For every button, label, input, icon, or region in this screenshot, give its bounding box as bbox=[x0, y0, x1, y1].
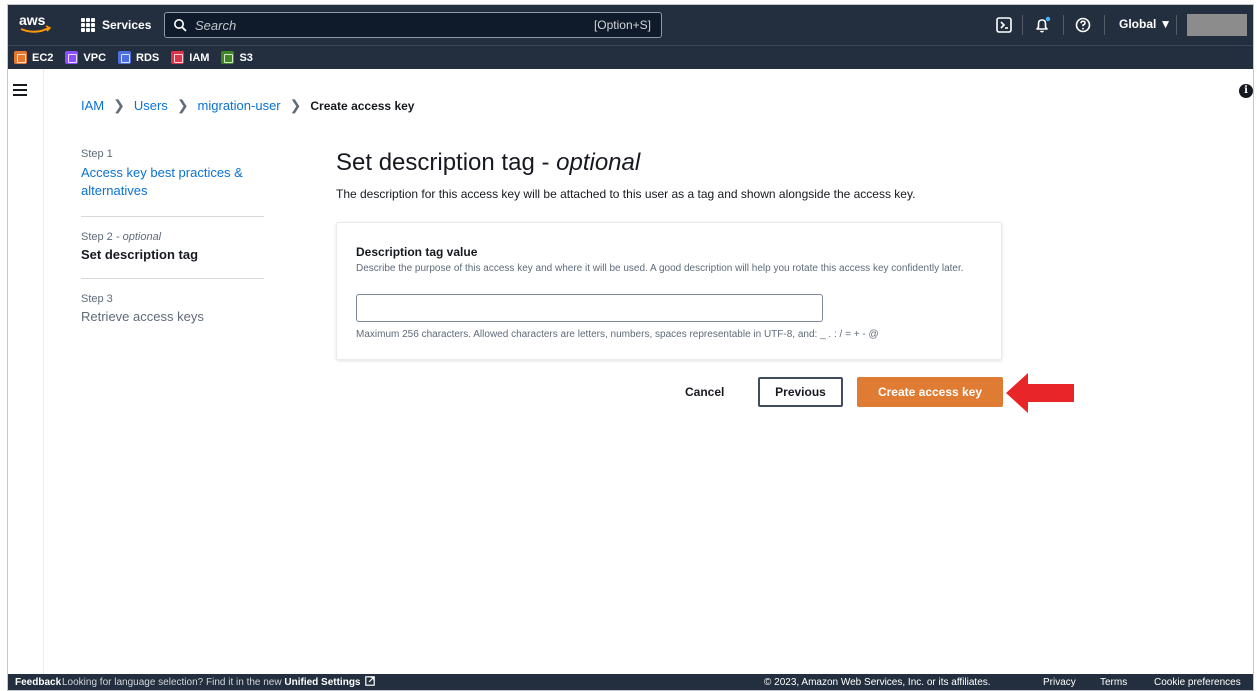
account-menu[interactable] bbox=[1187, 14, 1247, 36]
favorite-iam[interactable]: IAM bbox=[171, 51, 209, 64]
step-number: Step 1 bbox=[81, 148, 113, 160]
notification-dot bbox=[1045, 16, 1051, 22]
grid-icon bbox=[81, 18, 95, 32]
s3-icon bbox=[221, 51, 235, 64]
menu-icon[interactable] bbox=[13, 84, 27, 96]
favorite-vpc[interactable]: VPC bbox=[65, 51, 106, 64]
field-label: Description tag value bbox=[356, 245, 478, 259]
wizard-step-3: Step 3 Retrieve access keys bbox=[81, 293, 264, 340]
previous-button[interactable]: Previous bbox=[758, 377, 843, 407]
red-arrow-annotation bbox=[1006, 373, 1074, 413]
favorite-label: RDS bbox=[136, 51, 160, 64]
nav-divider bbox=[1104, 15, 1105, 35]
unified-settings-link[interactable]: Unified Settings bbox=[284, 677, 360, 688]
feedback-link[interactable]: Feedback bbox=[15, 677, 61, 688]
copyright-text: © 2023, Amazon Web Services, Inc. or its… bbox=[764, 676, 991, 688]
favorite-ec2[interactable]: EC2 bbox=[14, 51, 53, 64]
breadcrumb-users[interactable]: Users bbox=[134, 98, 168, 113]
favorite-label: VPC bbox=[83, 51, 107, 64]
services-label: Services bbox=[102, 18, 152, 32]
description-tag-input[interactable] bbox=[356, 294, 823, 322]
language-notice: Looking for language selection? Find it … bbox=[62, 676, 376, 688]
top-navigation: aws Services [Option+S] bbox=[8, 5, 1253, 45]
search-box[interactable]: [Option+S] bbox=[164, 12, 662, 38]
privacy-link[interactable]: Privacy bbox=[1043, 677, 1076, 688]
nav-divider bbox=[1063, 15, 1064, 35]
search-input[interactable] bbox=[195, 17, 594, 33]
field-help-text: Describe the purpose of this access key … bbox=[356, 263, 964, 274]
step-number: Step 2 - optional bbox=[81, 231, 162, 243]
vpc-icon bbox=[65, 51, 79, 64]
breadcrumb-user[interactable]: migration-user bbox=[198, 98, 281, 113]
external-link-icon bbox=[365, 676, 376, 686]
step-number: Step 3 bbox=[81, 293, 113, 305]
nav-divider bbox=[1176, 15, 1177, 35]
footer: Feedback Looking for language selection?… bbox=[8, 674, 1253, 690]
step-current-title: Set description tag bbox=[81, 247, 199, 262]
aws-logo-text: aws bbox=[19, 12, 46, 28]
rds-icon bbox=[118, 51, 132, 64]
wizard-steps: Step 1 Access key best practices & alter… bbox=[81, 148, 264, 354]
ec2-icon bbox=[14, 51, 27, 64]
search-shortcut-hint: [Option+S] bbox=[593, 18, 651, 32]
cancel-button[interactable]: Cancel bbox=[685, 385, 724, 399]
step-title-retrieve: Retrieve access keys bbox=[81, 309, 204, 324]
console-window: aws Services [Option+S] bbox=[7, 4, 1254, 691]
search-icon bbox=[174, 19, 187, 32]
page-description: The description for this access key will… bbox=[336, 187, 916, 201]
side-navigation-rail bbox=[8, 69, 44, 675]
info-panel-icon[interactable]: i bbox=[1239, 84, 1253, 98]
wizard-step-2: Step 2 - optional Set description tag bbox=[81, 231, 264, 279]
field-constraint-text: Maximum 256 characters. Allowed characte… bbox=[356, 329, 879, 340]
favorite-label: EC2 bbox=[32, 51, 54, 64]
description-tag-container: Description tag value Describe the purpo… bbox=[336, 222, 1002, 360]
favorite-rds[interactable]: RDS bbox=[118, 51, 159, 64]
favorites-bar: EC2 VPC RDS IAM S3 bbox=[8, 45, 1253, 69]
favorite-label: IAM bbox=[189, 51, 210, 64]
chevron-right-icon: ❯ bbox=[176, 97, 189, 113]
breadcrumb-current: Create access key bbox=[310, 98, 415, 113]
aws-logo[interactable]: aws bbox=[18, 11, 58, 37]
chevron-right-icon: ❯ bbox=[113, 97, 125, 113]
cookie-preferences-link[interactable]: Cookie preferences bbox=[1154, 677, 1241, 688]
step-link-best-practices[interactable]: Access key best practices & alternatives bbox=[81, 164, 264, 200]
bell-icon[interactable] bbox=[1033, 16, 1051, 34]
region-selector[interactable]: Global ▼ bbox=[1119, 17, 1172, 31]
nav-divider bbox=[1022, 15, 1023, 35]
wizard-step-1: Step 1 Access key best practices & alter… bbox=[81, 148, 264, 217]
create-access-key-button[interactable]: Create access key bbox=[857, 377, 1003, 407]
chevron-right-icon: ❯ bbox=[289, 97, 302, 113]
breadcrumb: IAM ❯ Users ❯ migration-user ❯ Create ac… bbox=[81, 97, 414, 114]
terms-link[interactable]: Terms bbox=[1100, 677, 1127, 688]
page-title: Set description tag - optional bbox=[336, 149, 641, 176]
favorite-label: S3 bbox=[239, 51, 253, 64]
help-icon[interactable] bbox=[1074, 16, 1092, 34]
favorite-s3[interactable]: S3 bbox=[221, 51, 253, 64]
services-menu-button[interactable]: Services bbox=[81, 13, 151, 37]
cloudshell-icon[interactable] bbox=[995, 16, 1013, 34]
breadcrumb-iam[interactable]: IAM bbox=[81, 98, 104, 113]
iam-icon bbox=[171, 51, 185, 64]
